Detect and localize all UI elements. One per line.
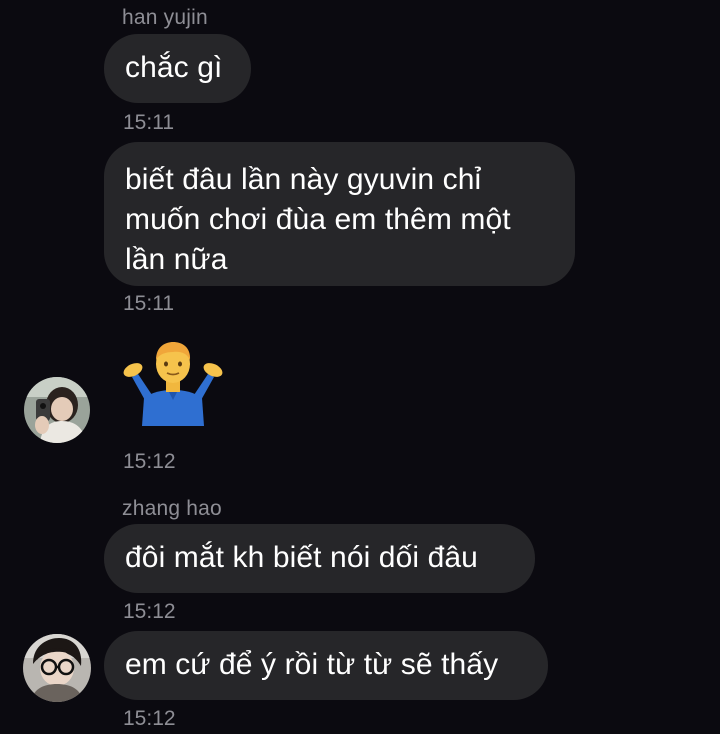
- avatar[interactable]: [24, 377, 90, 443]
- sender-name: zhang hao: [122, 497, 222, 520]
- message-text-line: muốn chơi đùa em thêm một: [125, 203, 511, 236]
- message-timestamp: 15:11: [123, 111, 174, 134]
- message-text-line: biết đâu lần này gyuvin chỉ: [125, 163, 482, 196]
- chat-thread[interactable]: han yujin chắc gì 15:11 biết đâu lần này…: [0, 0, 720, 734]
- message-text-line: lần nữa: [125, 243, 228, 276]
- message-text: đôi mắt kh biết nói dối đâu: [125, 541, 478, 574]
- message-timestamp: 15:12: [123, 707, 176, 730]
- sender-name: han yujin: [122, 6, 208, 29]
- person-shrugging-icon[interactable]: [122, 340, 224, 426]
- message-bubble[interactable]: đôi mắt kh biết nói dối đâu: [104, 524, 535, 593]
- message-timestamp: 15:12: [123, 600, 176, 623]
- message-bubble[interactable]: biết đâu lần này gyuvin chỉ muốn chơi đù…: [104, 142, 575, 286]
- message-timestamp: 15:11: [123, 292, 174, 315]
- message-text: chắc gì: [125, 51, 223, 84]
- message-text: em cứ để ý rồi từ từ sẽ thấy: [125, 648, 499, 681]
- message-bubble[interactable]: em cứ để ý rồi từ từ sẽ thấy: [104, 631, 548, 700]
- message-timestamp: 15:12: [123, 450, 176, 473]
- avatar[interactable]: [23, 634, 91, 702]
- message-bubble[interactable]: chắc gì: [104, 34, 251, 103]
